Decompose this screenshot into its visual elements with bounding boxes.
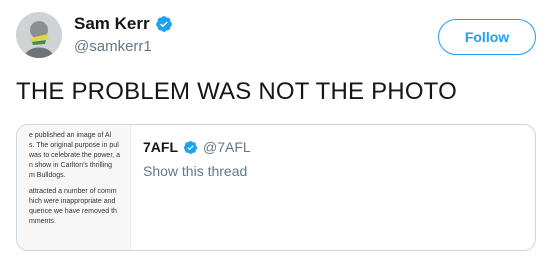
image-text-line: attracted a number of comm <box>29 188 117 195</box>
verified-badge-icon <box>183 140 198 155</box>
follow-button[interactable]: Follow <box>438 19 536 55</box>
image-text-line: m Bulldogs. <box>29 172 66 179</box>
avatar-photo <box>16 12 62 58</box>
image-text-line: quence we have removed th <box>29 208 117 215</box>
image-text-line: s. The original purpose in pul <box>29 142 119 149</box>
quoted-author-display-name[interactable]: 7AFL <box>143 139 178 155</box>
verified-badge-icon <box>155 15 173 33</box>
author-display-name[interactable]: Sam Kerr <box>74 14 150 34</box>
image-text-line: was to celebrate the power, a <box>29 152 121 159</box>
quoted-tweet-image[interactable]: e published an image of Al s. The origin… <box>17 125 131 250</box>
show-thread-link[interactable]: Show this thread <box>143 163 251 179</box>
image-text-line: hich were inappropriate and <box>29 198 116 205</box>
image-text-line: e published an image of Al <box>29 132 112 139</box>
author-name-row: Sam Kerr <box>74 14 173 34</box>
avatar[interactable] <box>16 12 62 58</box>
image-text-line: mments. <box>29 218 56 225</box>
tweet-card: Sam Kerr @samkerr1 Follow THE PROBLEM WA… <box>0 0 550 261</box>
quoted-tweet-author: 7AFL @7AFL <box>143 139 251 155</box>
quoted-tweet-body: 7AFL @7AFL Show this thread <box>143 139 251 179</box>
author-info: Sam Kerr @samkerr1 <box>74 14 173 55</box>
quoted-tweet[interactable]: e published an image of Al s. The origin… <box>16 124 536 251</box>
image-text-paragraph-2: attracted a number of comm hich were ina… <box>29 187 126 227</box>
author-handle[interactable]: @samkerr1 <box>74 38 173 55</box>
tweet-text: THE PROBLEM WAS NOT THE PHOTO <box>16 78 457 105</box>
image-text-line: n show in Carlton's thrilling <box>29 162 113 169</box>
image-text-paragraph-1: e published an image of Al s. The origin… <box>29 131 126 181</box>
quoted-author-handle[interactable]: @7AFL <box>203 139 251 155</box>
